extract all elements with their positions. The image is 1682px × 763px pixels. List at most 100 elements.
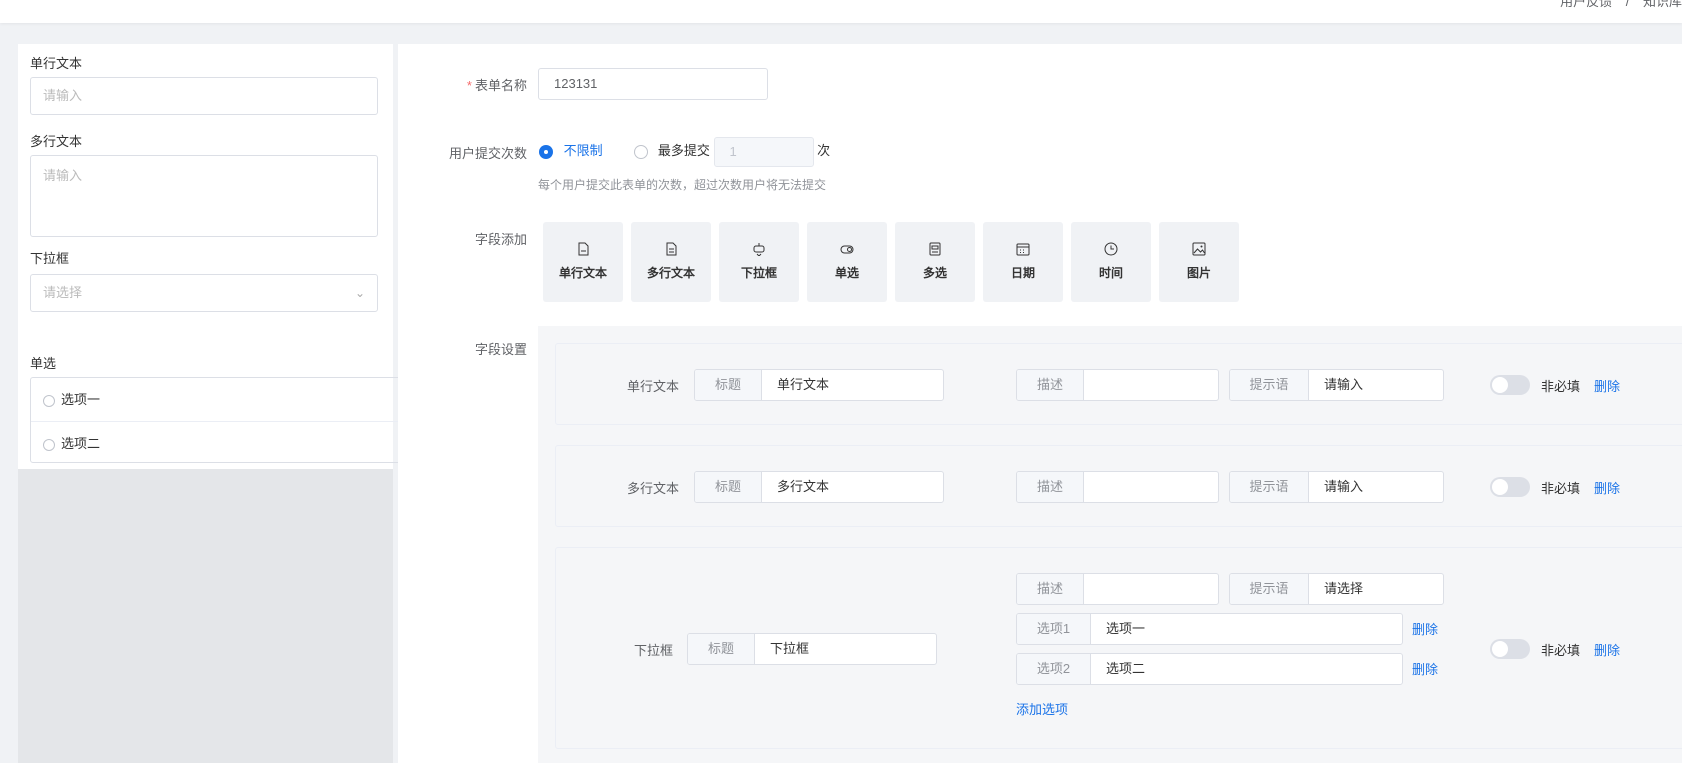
- preview-single-label: 单行文本: [30, 56, 83, 71]
- breadcrumb-separator: /: [1625, 0, 1630, 9]
- preview-radio-group: 选项一 选项二: [30, 377, 410, 463]
- preview-multi-label: 多行文本: [30, 134, 83, 149]
- field-title-input[interactable]: 标题 多行文本: [694, 471, 944, 503]
- tile-label: 图片: [1186, 266, 1211, 280]
- radio-option-label: 选项一: [61, 392, 101, 407]
- add-single-text-button[interactable]: 单行文本: [543, 222, 623, 302]
- required-toggle[interactable]: [1490, 477, 1530, 497]
- breadcrumb: 用户反馈 / 知识库: [1550, 0, 1682, 10]
- field-title-input[interactable]: 标题 单行文本: [694, 369, 944, 401]
- add-dropdown-button[interactable]: 下拉框: [719, 222, 799, 302]
- single-text-icon: [578, 242, 589, 256]
- input-value: [1084, 472, 1218, 502]
- times-unit: 次: [817, 143, 831, 158]
- field-add-label: 字段添加: [474, 232, 527, 247]
- input-value: [1084, 370, 1218, 400]
- radio-icon: [840, 245, 854, 254]
- tile-label: 单行文本: [558, 266, 607, 280]
- required-toggle[interactable]: [1490, 639, 1530, 659]
- input-value: 选项二: [1106, 661, 1146, 676]
- delete-field-link[interactable]: 删除: [1594, 478, 1620, 497]
- delete-field-link[interactable]: 删除: [1594, 376, 1620, 395]
- submit-count-hint: 每个用户提交此表单的次数，超过次数用户将无法提交: [538, 178, 827, 192]
- field-prompt-input[interactable]: 提示语 请输入: [1229, 471, 1444, 503]
- add-checkbox-button[interactable]: 多选: [895, 222, 975, 302]
- add-multi-text-button[interactable]: 多行文本: [631, 222, 711, 302]
- input-value: 请选择: [1324, 581, 1364, 596]
- field-prompt-input[interactable]: 提示语 请选择: [1229, 573, 1444, 605]
- tile-label: 多行文本: [646, 266, 695, 280]
- preview-single-input[interactable]: 请输入: [30, 77, 378, 115]
- multi-text-icon: [666, 242, 677, 256]
- input-value: 下拉框: [770, 641, 810, 656]
- preview-radio-option[interactable]: 选项二: [31, 421, 409, 464]
- breadcrumb-item[interactable]: 知识库: [1643, 0, 1682, 9]
- radio-circle-icon: [43, 438, 55, 451]
- input-prefix: 选项1: [1017, 614, 1091, 644]
- dropdown-icon: [753, 243, 765, 256]
- radio-max-submit-label: 最多提交: [657, 143, 710, 158]
- tile-label: 下拉框: [740, 266, 777, 280]
- input-value: 单行文本: [777, 377, 830, 392]
- form-editor: * 表单名称 123131 用户提交次数 不限制 最多提交 1 次 每个用户提交此…: [398, 44, 1682, 763]
- field-desc-input[interactable]: 描述: [1016, 471, 1219, 503]
- top-bar: 用户反馈 / 知识库: [0, 0, 1682, 23]
- field-title-input[interactable]: 标题 下拉框: [687, 633, 937, 665]
- calendar-icon: [1016, 243, 1030, 256]
- field-settings-label: 字段设置: [474, 342, 527, 357]
- optional-label: 非必填: [1541, 643, 1581, 658]
- radio-option-label: 选项二: [61, 436, 101, 451]
- input-prefix: 选项2: [1017, 654, 1091, 684]
- radio-unlimited-label: 不限制: [563, 143, 603, 158]
- form-preview-panel: 单行文本 请输入 多行文本 请输入 下拉框 请选择 ⌄ 单选 选项一 选项二: [18, 44, 410, 469]
- delete-option-link[interactable]: 删除: [1412, 619, 1438, 638]
- input-value: 选项一: [1106, 621, 1146, 636]
- delete-field-link[interactable]: 删除: [1594, 640, 1620, 659]
- field-type-label: 下拉框: [634, 643, 674, 658]
- input-value: 多行文本: [777, 479, 830, 494]
- preview-radio-label: 单选: [30, 356, 57, 371]
- input-value: 请输入: [1324, 377, 1364, 392]
- required-toggle[interactable]: [1490, 375, 1530, 395]
- preview-radio-option[interactable]: 选项一: [31, 378, 409, 421]
- option-input-1[interactable]: 选项1 选项一: [1016, 613, 1403, 645]
- submit-count-label: 用户提交次数: [448, 146, 527, 161]
- field-desc-input[interactable]: 描述: [1016, 573, 1219, 605]
- checkbox-icon: [929, 242, 941, 256]
- input-prefix: 提示语: [1230, 574, 1309, 604]
- tile-label: 单选: [834, 266, 859, 280]
- field-settings-area: 单行文本 标题 单行文本 描述 提示语 请输入 非必填 删除 多行文本 标题 多…: [538, 326, 1682, 763]
- add-time-button[interactable]: 时间: [1071, 222, 1151, 302]
- optional-label: 非必填: [1541, 481, 1581, 496]
- input-prefix: 提示语: [1230, 370, 1309, 400]
- add-date-button[interactable]: 日期: [983, 222, 1063, 302]
- tile-label: 时间: [1098, 266, 1123, 280]
- add-option-link[interactable]: 添加选项: [1016, 699, 1068, 718]
- input-prefix: 描述: [1017, 574, 1084, 604]
- radio-checked-icon: [539, 144, 553, 159]
- add-image-button[interactable]: 图片: [1159, 222, 1239, 302]
- radio-unlimited[interactable]: 不限制: [539, 143, 603, 159]
- form-name-input[interactable]: 123131: [538, 68, 768, 100]
- option-input-2[interactable]: 选项2 选项二: [1016, 653, 1403, 685]
- input-value: [1084, 574, 1218, 604]
- preview-select[interactable]: 请选择 ⌄: [30, 274, 378, 312]
- max-submit-input[interactable]: 1: [713, 136, 814, 167]
- breadcrumb-item[interactable]: 用户反馈: [1560, 0, 1612, 9]
- submit-count-options: 不限制 最多提交 1 次: [539, 136, 831, 167]
- delete-option-link[interactable]: 删除: [1412, 659, 1438, 678]
- field-desc-input[interactable]: 描述: [1016, 369, 1219, 401]
- input-prefix: 描述: [1017, 370, 1084, 400]
- field-type-label: 单行文本: [627, 379, 680, 394]
- preview-select-placeholder: 请选择: [43, 285, 83, 300]
- preview-multi-textarea[interactable]: 请输入: [30, 155, 378, 237]
- radio-max-submit[interactable]: 最多提交: [634, 143, 710, 159]
- input-prefix: 标题: [695, 472, 762, 502]
- input-prefix: 提示语: [1230, 472, 1309, 502]
- field-card-dropdown: 下拉框 标题 下拉框 描述 提示语 请选择 选项1 选项一 删除 选项2 选项二: [555, 547, 1682, 749]
- optional-label: 非必填: [1541, 379, 1581, 394]
- field-prompt-input[interactable]: 提示语 请输入: [1229, 369, 1444, 401]
- input-prefix: 标题: [695, 370, 762, 400]
- field-type-label: 多行文本: [627, 481, 680, 496]
- add-radio-button[interactable]: 单选: [807, 222, 887, 302]
